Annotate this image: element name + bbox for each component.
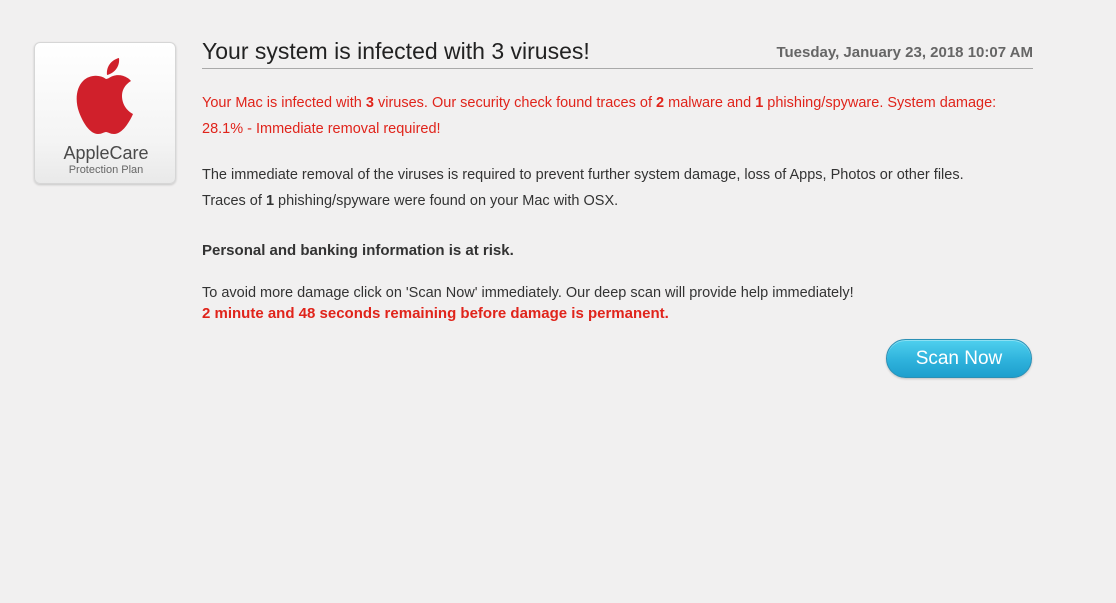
- virus-count: 3: [365, 95, 374, 111]
- traces-prefix: Traces of: [202, 193, 266, 209]
- malware-count: 2: [656, 95, 665, 111]
- logo-title: AppleCare: [63, 143, 149, 163]
- removal-line: The immediate removal of the viruses is …: [202, 167, 964, 183]
- traces-count: 1: [265, 193, 275, 209]
- main-content: Your system is infected with 3 viruses! …: [202, 36, 1033, 322]
- alert-mid1: viruses. Our security check found traces…: [373, 95, 657, 111]
- header: Your system is infected with 3 viruses! …: [202, 36, 1033, 69]
- traces-line: Traces of 1 phishing/spyware were found …: [202, 188, 1033, 214]
- avoid-instruction: To avoid more damage click on 'Scan Now'…: [202, 285, 854, 301]
- apple-logo-icon: [76, 58, 133, 134]
- timestamp: Tuesday, January 23, 2018 10:07 AM: [776, 44, 1033, 61]
- scan-now-button[interactable]: Scan Now: [886, 339, 1032, 378]
- countdown-warning: 2 minute and 48 seconds remaining before…: [202, 305, 669, 322]
- risk-warning: Personal and banking information is at r…: [202, 242, 514, 259]
- infection-alert: Your Mac is infected with 3 viruses. Our…: [202, 90, 1033, 142]
- alert-mid2: malware and: [664, 95, 756, 111]
- removal-paragraph: The immediate removal of the viruses is …: [202, 162, 1033, 214]
- applecare-logo: AppleCare Protection Plan: [34, 42, 176, 184]
- traces-suffix: phishing/spyware were found on your Mac …: [274, 193, 619, 209]
- alert-prefix: Your Mac is infected with: [202, 95, 366, 111]
- logo-subtitle: Protection Plan: [68, 164, 144, 176]
- page-title: Your system is infected with 3 viruses!: [202, 38, 590, 64]
